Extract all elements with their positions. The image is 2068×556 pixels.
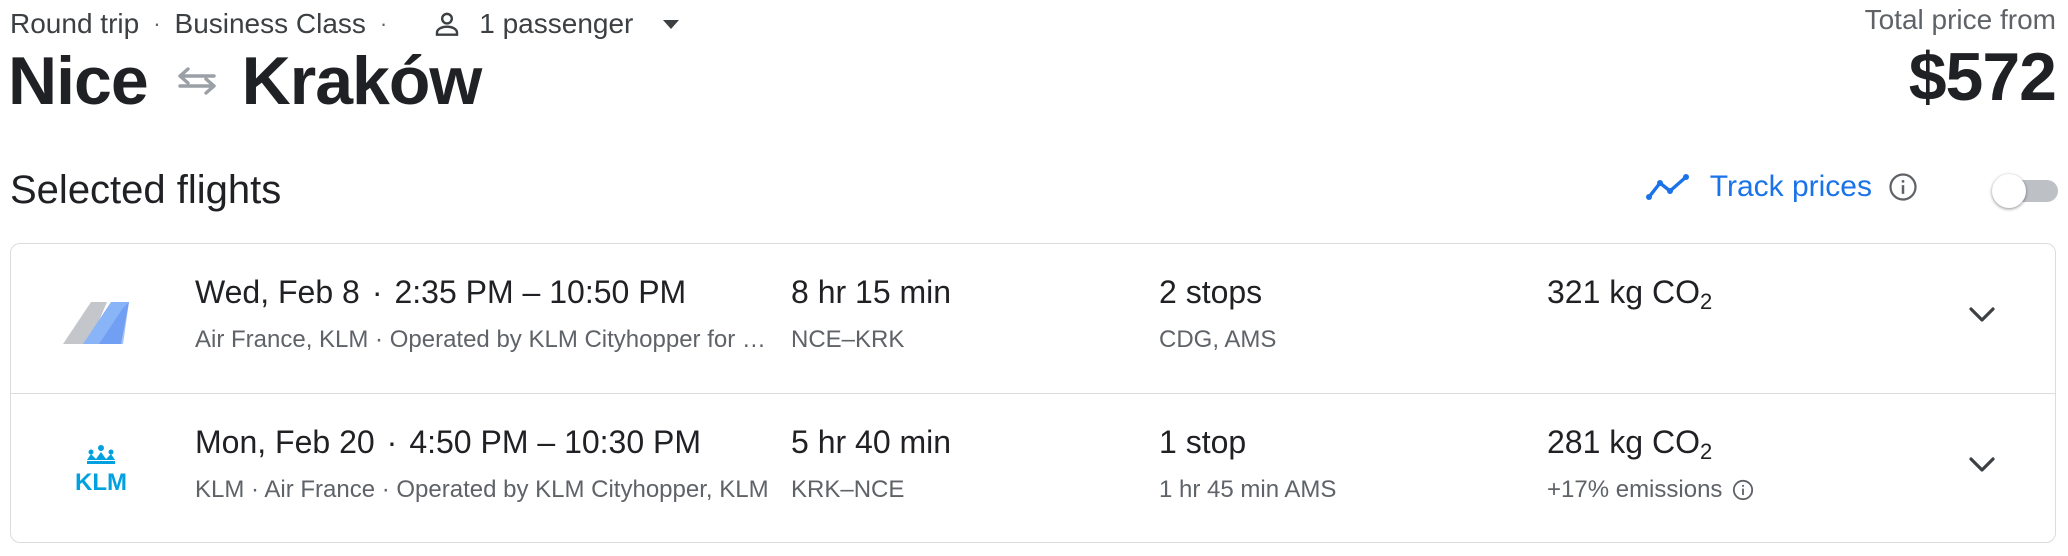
flight-times: Mon, Feb 20 · 4:50 PM – 10:30 PM: [195, 424, 701, 461]
total-price: $572: [1908, 39, 2057, 115]
separator-dot: ·: [386, 424, 398, 460]
airlines-info: KLM · Air France · Operated by KLM Cityh…: [195, 476, 769, 503]
info-icon[interactable]: [1888, 172, 1918, 202]
chevron-down-icon[interactable]: [1967, 304, 1997, 326]
price-label: Total price from: [1864, 4, 2056, 35]
airport-codes: KRK–NCE: [791, 476, 905, 503]
co2-subscript: 2: [1699, 439, 1713, 464]
flight-duration: 8 hr 15 min: [791, 274, 952, 310]
separator-dot: ·: [153, 11, 161, 36]
destination-city: Kraków: [241, 43, 483, 119]
origin-city: Nice: [8, 43, 149, 119]
co2-emissions: 281 kg CO2: [1547, 424, 1712, 465]
trip-type-select[interactable]: Round trip: [10, 8, 139, 40]
flight-date: Mon, Feb 20: [195, 424, 375, 460]
co2-subscript: 2: [1699, 289, 1713, 314]
emissions-percent: +17% emissions: [1547, 476, 1723, 503]
flight-row[interactable]: KLM Mon, Feb 20 · 4:50 PM – 10:30 PM KLM ·…: [11, 393, 2055, 542]
info-icon[interactable]: [1732, 479, 1754, 501]
co2-emissions: 321 kg CO2: [1547, 274, 1712, 315]
departure-arrival-times: 4:50 PM – 10:30 PM: [409, 424, 702, 460]
track-prices[interactable]: Track prices: [1645, 170, 1918, 204]
chevron-down-icon[interactable]: [663, 19, 680, 29]
passengers-select[interactable]: 1 passenger: [479, 8, 633, 40]
track-prices-toggle[interactable]: [1992, 174, 2058, 208]
separator-dot: ·: [379, 11, 388, 36]
flight-row[interactable]: Wed, Feb 8 · 2:35 PM – 10:50 PM Air France…: [11, 244, 2055, 393]
stops-count: 1 stop: [1159, 424, 1247, 460]
section-title: Selected flights: [10, 168, 282, 212]
flight-duration: 5 hr 40 min: [791, 424, 952, 460]
air-france-klm-logo: [63, 302, 129, 344]
person-icon: [436, 12, 459, 36]
separator-dot: ·: [371, 274, 383, 310]
flight-times: Wed, Feb 8 · 2:35 PM – 10:50 PM: [195, 274, 686, 311]
departure-arrival-times: 2:35 PM – 10:50 PM: [394, 274, 687, 310]
selected-flights-card: Wed, Feb 8 · 2:35 PM – 10:50 PM Air France…: [10, 243, 2056, 543]
trending-icon: [1645, 174, 1689, 200]
stops-detail: 1 hr 45 min AMS: [1159, 476, 1337, 503]
route-title: Nice Kraków: [8, 38, 483, 124]
swap-arrows-icon: [177, 67, 216, 95]
toggle-knob: [1992, 174, 2026, 208]
airport-codes: NCE–KRK: [791, 326, 905, 353]
stops-detail: CDG, AMS: [1159, 326, 1277, 353]
stops-count: 2 stops: [1159, 274, 1263, 310]
co2-value: 321 kg CO: [1547, 274, 1700, 310]
cabin-class-select[interactable]: Business Class: [175, 8, 366, 40]
airlines-info: Air France, KLM · Operated by KLM Cityho…: [195, 326, 777, 353]
emissions-note: +17% emissions: [1547, 476, 1754, 504]
co2-value: 281 kg CO: [1547, 424, 1700, 460]
klm-logo: KLM: [75, 445, 127, 496]
track-prices-label[interactable]: Track prices: [1710, 170, 1872, 204]
chevron-down-icon[interactable]: [1967, 454, 1997, 476]
klm-logo-text: KLM: [75, 469, 127, 496]
flight-date: Wed, Feb 8: [195, 274, 360, 310]
